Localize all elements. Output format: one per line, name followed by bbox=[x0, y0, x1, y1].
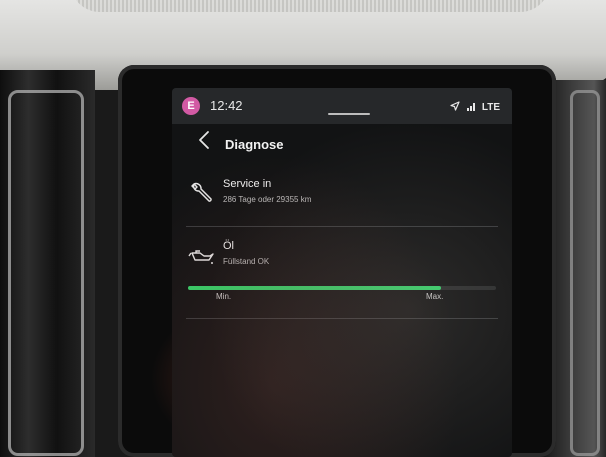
network-type: LTE bbox=[481, 101, 500, 113]
chevron-left-icon bbox=[197, 130, 211, 155]
oil-item[interactable]: Öl Füllstand OK Min. Max. bbox=[172, 238, 512, 318]
status-bar: E 12:42 LTE bbox=[172, 88, 512, 124]
speaker-grille bbox=[70, 0, 550, 12]
divider bbox=[186, 318, 498, 319]
car-dashboard: E 12:42 LTE Diagnose Service in 286 Tage… bbox=[0, 0, 606, 457]
pull-down-handle[interactable] bbox=[328, 113, 370, 115]
back-button[interactable] bbox=[192, 130, 216, 154]
service-title: Service in bbox=[223, 178, 272, 190]
page-title: Diagnose bbox=[225, 137, 284, 152]
left-air-vent bbox=[0, 70, 95, 457]
oil-level-bar bbox=[188, 286, 496, 290]
oil-max-label: Max. bbox=[426, 292, 444, 301]
wrench-icon bbox=[188, 180, 214, 206]
oil-min-label: Min. bbox=[216, 292, 232, 301]
avatar[interactable]: E bbox=[182, 97, 200, 115]
status-icons: LTE bbox=[450, 98, 500, 116]
avatar-letter: E bbox=[187, 100, 195, 112]
oil-title: Öl bbox=[223, 240, 234, 252]
oil-status: Füllstand OK bbox=[223, 257, 270, 266]
clock: 12:42 bbox=[210, 98, 243, 113]
oil-can-icon bbox=[188, 242, 214, 268]
service-item[interactable]: Service in 286 Tage oder 29355 km bbox=[172, 176, 512, 224]
signal-bars-icon bbox=[466, 98, 476, 116]
navigation-arrow-icon bbox=[450, 98, 460, 116]
page-header: Diagnose bbox=[172, 124, 512, 164]
service-detail: 286 Tage oder 29355 km bbox=[223, 195, 312, 204]
oil-level-fill bbox=[188, 286, 441, 290]
divider bbox=[186, 226, 498, 227]
infotainment-screen: E 12:42 LTE Diagnose Service in 286 Tage… bbox=[172, 88, 512, 457]
